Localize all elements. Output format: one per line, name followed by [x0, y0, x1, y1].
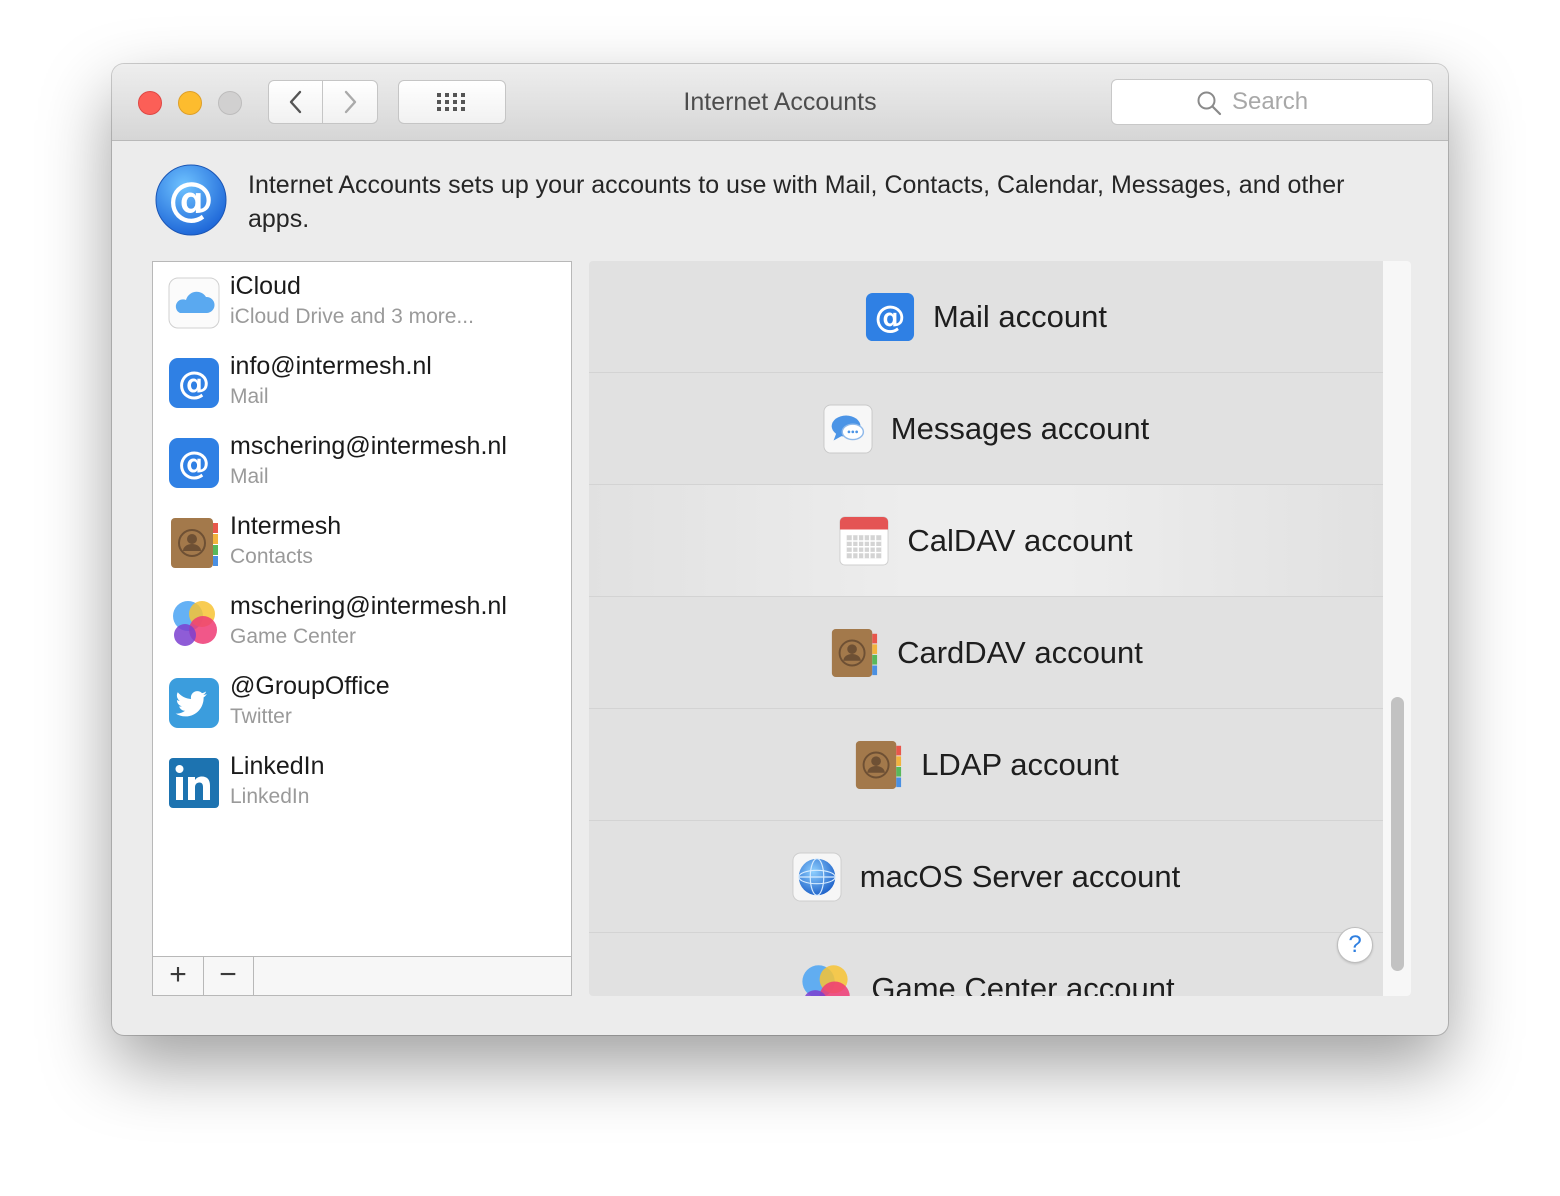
account-list-toolbar: + −: [152, 956, 572, 996]
game-center-icon: [802, 964, 851, 996]
provider-label: Game Center account: [871, 970, 1175, 997]
game-center-icon: [173, 601, 217, 646]
list-item[interactable]: LinkedIn LinkedIn: [153, 742, 571, 822]
account-subtitle: Mail: [230, 385, 269, 408]
contacts-icon: [856, 740, 902, 789]
svg-text:@: @: [178, 364, 210, 402]
mail-at-icon: @: [865, 292, 915, 341]
provider-ldap-account[interactable]: LDAP account: [589, 709, 1383, 821]
provider-game-center-account[interactable]: Game Center account: [589, 933, 1383, 996]
provider-messages-account[interactable]: Messages account: [589, 373, 1383, 485]
contacts-icon: [831, 628, 878, 677]
scrollbar-thumb[interactable]: [1391, 697, 1404, 971]
account-name: info@intermesh.nl: [230, 352, 432, 380]
account-name: Intermesh: [230, 512, 342, 540]
list-item[interactable]: @ info@intermesh.nl Mail: [153, 342, 571, 422]
account-subtitle: LinkedIn: [230, 785, 310, 808]
provider-label: Mail account: [932, 298, 1108, 334]
scrollbar[interactable]: [1383, 261, 1411, 996]
linkedin-icon: [169, 758, 219, 808]
svg-text:@: @: [168, 172, 214, 226]
provider-carddav-account[interactable]: CardDAV account: [589, 597, 1383, 709]
calendar-icon: [839, 515, 889, 566]
search-field[interactable]: [1111, 79, 1433, 125]
list-item[interactable]: mschering@intermesh.nl Game Center: [153, 582, 571, 662]
provider-mail-account[interactable]: @ Mail account: [589, 261, 1383, 373]
help-button[interactable]: ?: [1337, 927, 1373, 963]
provider-label: Messages account: [890, 410, 1150, 446]
account-subtitle: Game Center: [230, 625, 357, 648]
title-bar: Internet Accounts: [112, 64, 1448, 141]
account-subtitle: Twitter: [230, 705, 292, 728]
messages-icon: [823, 403, 873, 454]
provider-macos-server-account[interactable]: macOS Server account: [589, 821, 1383, 933]
account-name: mschering@intermesh.nl: [230, 592, 507, 620]
at-sign-icon: @: [155, 164, 227, 236]
provider-label: LDAP account: [921, 746, 1119, 782]
internet-accounts-window: Internet Accounts @ Internet Accounts se…: [112, 64, 1448, 1035]
list-item[interactable]: @GroupOffice Twitter: [153, 662, 571, 742]
account-provider-list: @ Mail account Messages account CalDAV a…: [589, 261, 1411, 996]
account-subtitle: iCloud Drive and 3 more...: [230, 305, 474, 328]
account-list: iCloud iCloud Drive and 3 more... @ info…: [152, 261, 572, 956]
icloud-icon: [168, 277, 220, 329]
provider-caldav-account[interactable]: CalDAV account: [589, 485, 1383, 597]
svg-text:@: @: [875, 299, 906, 335]
account-subtitle: Contacts: [230, 545, 313, 568]
list-item[interactable]: iCloud iCloud Drive and 3 more...: [153, 262, 571, 342]
mail-at-icon: @: [169, 438, 219, 488]
list-item[interactable]: @ mschering@intermesh.nl Mail: [153, 422, 571, 502]
twitter-icon: [169, 678, 219, 728]
account-name: mschering@intermesh.nl: [230, 432, 507, 460]
mail-at-icon: @: [169, 358, 219, 408]
server-globe-icon: [792, 851, 842, 902]
provider-label: CalDAV account: [907, 522, 1133, 558]
list-item[interactable]: Intermesh Contacts: [153, 502, 571, 582]
account-name: LinkedIn: [230, 752, 325, 780]
header-description: Internet Accounts sets up your accounts …: [248, 171, 1345, 233]
add-account-button[interactable]: +: [153, 957, 204, 995]
contacts-icon: [171, 518, 218, 568]
svg-text:@: @: [178, 444, 210, 482]
account-name: iCloud: [230, 272, 301, 300]
search-input[interactable]: [1112, 80, 1432, 124]
account-subtitle: Mail: [230, 465, 269, 488]
account-name: @GroupOffice: [230, 672, 390, 700]
provider-label: macOS Server account: [859, 858, 1181, 894]
remove-account-button[interactable]: −: [203, 957, 254, 995]
provider-label: CardDAV account: [897, 634, 1143, 670]
